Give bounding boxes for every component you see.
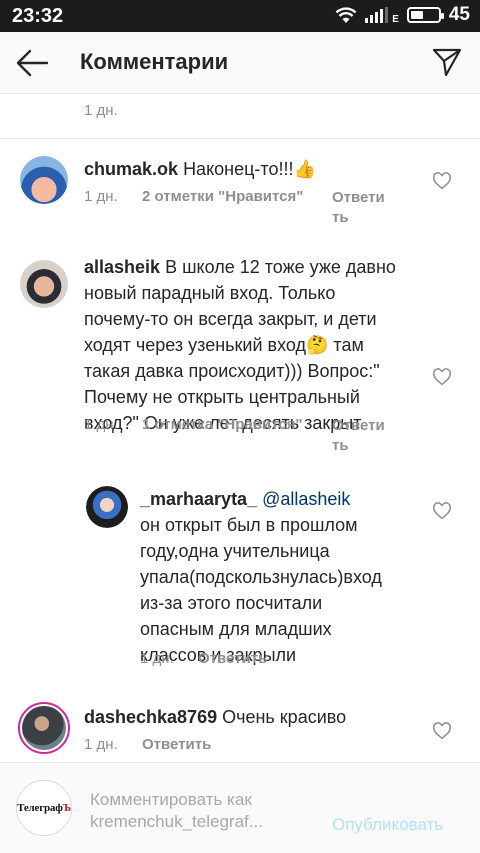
status-bar: 23:32 E 45 — [0, 0, 480, 32]
comment-line: новый парадный вход. Только — [84, 283, 336, 303]
reply-label-line2: ть — [332, 209, 349, 226]
comment-text: chumak.ok Наконец-то!!!👍 — [84, 156, 414, 182]
arrow-left-icon — [16, 49, 49, 77]
page-title: Комментарии — [80, 49, 229, 74]
comment-text: _marhaaryta_ @allasheik он открыт был в … — [140, 486, 430, 668]
heart-icon[interactable] — [432, 172, 452, 190]
divider — [0, 138, 480, 139]
comment-time: 1 дн. — [84, 188, 118, 205]
comment-line: из-за этого посчитали — [140, 593, 323, 613]
back-button[interactable] — [14, 46, 50, 80]
heart-icon[interactable] — [432, 722, 452, 740]
comment-line: году,одна учительница — [140, 541, 330, 561]
comment-username[interactable]: _marhaaryta_ — [140, 489, 257, 509]
reply-button[interactable]: Ответить — [142, 736, 211, 753]
comment-meta: 1 дн. 1 отметка "Нравится" Ответи ть — [84, 416, 390, 456]
avatar[interactable] — [86, 486, 128, 528]
comment-line: В школе 12 тоже уже давно — [160, 257, 396, 277]
comment-time: 1 дн. — [84, 736, 118, 753]
reply-button[interactable]: Ответи ть — [332, 188, 390, 228]
reply-item: _marhaaryta_ @allasheik он открыт был в … — [0, 486, 480, 676]
comment-input-placeholder-line1: Комментировать как — [90, 790, 252, 809]
comment-time: 1 дн. — [84, 416, 118, 433]
avatar[interactable] — [20, 260, 68, 308]
comment-line: Почему не открыть центральный — [84, 387, 360, 407]
previous-comment-time: 1 дн. — [84, 102, 118, 119]
comment-line: упала(подскользнулась)вход — [140, 567, 382, 587]
comment-likes[interactable]: 2 отметки "Нравится" — [142, 188, 332, 228]
avatar: ТелеграфЪ — [16, 780, 72, 836]
comment-line: ходят через узенький вход🤔 там — [84, 335, 364, 355]
comment-input[interactable]: Комментировать как kremenchuk_telegraf..… — [90, 789, 320, 837]
heart-icon[interactable] — [432, 368, 452, 386]
battery-percent: 45 — [448, 4, 470, 25]
comment-composer: ТелеграфЪ Комментировать как kremenchuk_… — [0, 762, 480, 853]
comment-item: allasheik В школе 12 тоже уже давно новы… — [0, 250, 480, 460]
comment-line: опасным для младших — [140, 619, 332, 639]
comment-username[interactable]: allasheik — [84, 257, 160, 277]
comment-item: dashechka8769 Очень красиво 1 дн. Ответи… — [0, 700, 480, 760]
network-type: E — [392, 13, 399, 25]
comment-text: allasheik В школе 12 тоже уже давно новы… — [84, 254, 424, 436]
reply-label-line2: ть — [332, 437, 349, 454]
battery-icon — [406, 7, 444, 23]
comment-content: Наконец-то!!!👍 — [183, 159, 316, 179]
comment-content: Очень красиво — [217, 707, 347, 727]
status-time: 23:32 — [12, 5, 64, 27]
battery-level — [410, 11, 423, 19]
avatar[interactable] — [18, 702, 70, 754]
comment-meta: 1 дн. Ответить — [84, 736, 211, 753]
comment-input-placeholder-line2: kremenchuk_telegraf... — [90, 812, 263, 831]
wifi-icon — [335, 7, 357, 23]
avatar[interactable] — [20, 156, 68, 204]
comment-username[interactable]: dashechka8769 — [84, 707, 217, 727]
telegraf-logo: ТелеграфЪ — [17, 802, 71, 814]
mention-link[interactable]: @allasheik — [262, 489, 350, 509]
comment-line: такая давка происходит))) Вопрос:" — [84, 361, 380, 381]
comment-meta: 1 дн. Ответить — [140, 650, 267, 667]
comment-item: chumak.ok Наконец-то!!!👍 1 дн. 2 отметки… — [0, 152, 480, 232]
reply-label-line1: Ответи — [332, 189, 385, 206]
comment-meta: 1 дн. 2 отметки "Нравится" Ответи ть — [84, 188, 390, 228]
comment-time: 1 дн. — [140, 650, 174, 667]
status-icons: E 45 — [335, 4, 470, 26]
comments-list[interactable]: 1 дн. chumak.ok Наконец-то!!!👍 1 дн. 2 о… — [0, 94, 480, 762]
reply-button[interactable]: Ответить — [198, 650, 267, 667]
send-icon — [432, 48, 462, 77]
reply-label-line1: Ответи — [332, 417, 385, 434]
comment-line: он открыт был в прошлом — [140, 515, 358, 535]
signal-icon — [365, 7, 389, 23]
app-header: Комментарии — [0, 32, 480, 94]
reply-button[interactable]: Ответи ть — [332, 416, 390, 456]
comment-line: почему-то он всегда закрыт, и дети — [84, 309, 377, 329]
publish-button[interactable]: Опубликовать — [332, 815, 443, 835]
comment-likes[interactable]: 1 отметка "Нравится" — [142, 416, 332, 456]
comment-username[interactable]: chumak.ok — [84, 159, 178, 179]
heart-icon[interactable] — [432, 502, 452, 520]
share-button[interactable] — [432, 46, 462, 78]
comment-text: dashechka8769 Очень красиво — [84, 704, 424, 730]
